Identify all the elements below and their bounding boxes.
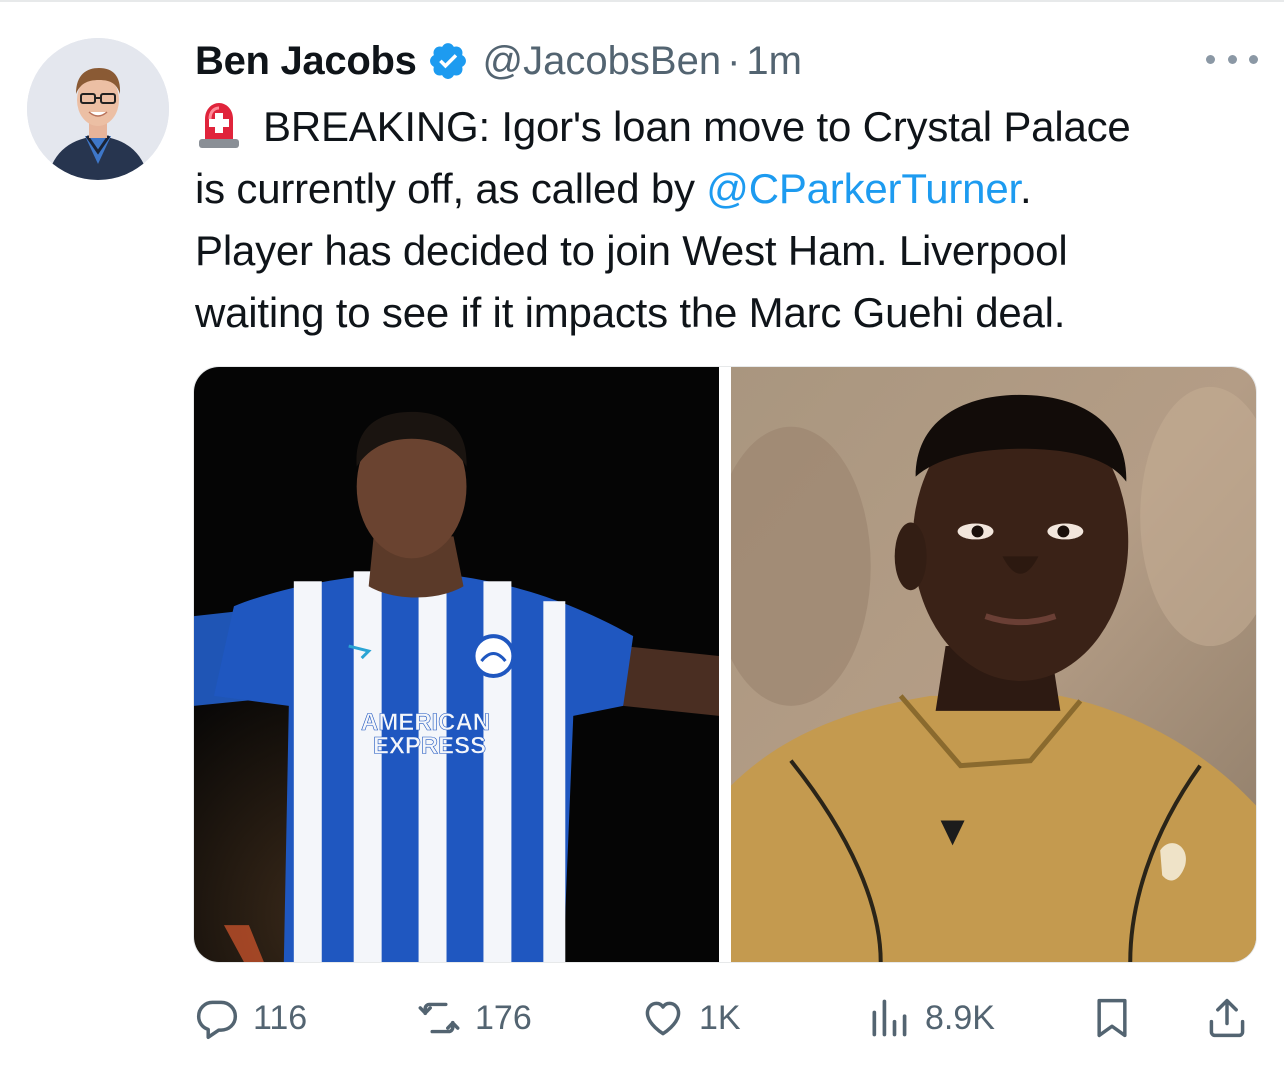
tweet-line-4: waiting to see if it impacts the Marc Gu… [195, 289, 1066, 336]
heart-icon [645, 1001, 681, 1036]
mention-link[interactable]: @CParkerTurner [706, 165, 1020, 212]
author-handle[interactable]: @JacobsBen [483, 39, 722, 84]
bookmark-button[interactable] [1090, 990, 1134, 1046]
media-grid: AMERICAN EXPRESS [193, 366, 1257, 963]
verified-badge-icon [427, 40, 469, 82]
tweet-line-1-text: BREAKING: Igor's loan move to Crystal Pa… [263, 103, 1131, 150]
media-photo-right[interactable] [731, 367, 1256, 962]
share-icon [1209, 998, 1245, 1038]
tweet-line-2-end: . [1019, 165, 1032, 212]
media-photo-left[interactable]: AMERICAN EXPRESS [194, 367, 719, 962]
author-display-name[interactable]: Ben Jacobs [195, 39, 417, 84]
tweet-text: BREAKING: Igor's loan move to Crystal Pa… [195, 96, 1265, 344]
share-button[interactable] [1205, 990, 1249, 1046]
shirt-sponsor-line2: EXPRESS [373, 733, 486, 760]
tweet-header: Ben Jacobs @JacobsBen · 1m [195, 36, 802, 86]
like-count: 1K [699, 998, 741, 1037]
tweet-line-1: BREAKING: Igor's loan move to Crystal Pa… [195, 96, 1265, 158]
police-light-siren-icon [195, 99, 243, 149]
views-chart-icon [872, 999, 907, 1037]
reply-button[interactable]: 116 [195, 990, 307, 1046]
bookmark-icon [1097, 998, 1127, 1038]
views-button[interactable]: 8.9K [867, 990, 995, 1046]
like-button[interactable]: 1K [641, 990, 741, 1046]
views-count: 8.9K [925, 998, 995, 1037]
reply-icon [196, 1000, 238, 1039]
tweet-line-2-text: is currently off, as called by [195, 165, 707, 212]
retweet-icon [418, 1002, 460, 1034]
tweet-timestamp[interactable]: 1m [746, 39, 802, 84]
tweet-actions-bar: 116 176 1K 8.9K [195, 990, 1265, 1046]
reply-count: 116 [253, 998, 308, 1037]
tweet-line-2: is currently off, as called by @CParkerT… [195, 158, 1265, 220]
retweet-count: 176 [475, 998, 532, 1037]
retweet-button[interactable]: 176 [417, 990, 532, 1046]
header-separator: · [727, 38, 741, 83]
top-divider [0, 0, 1284, 2]
avatar-image [27, 38, 169, 180]
author-avatar[interactable] [27, 38, 169, 180]
more-options-icon[interactable] [1206, 44, 1258, 74]
tweet-line-3: Player has decided to join West Ham. Liv… [195, 227, 1068, 274]
